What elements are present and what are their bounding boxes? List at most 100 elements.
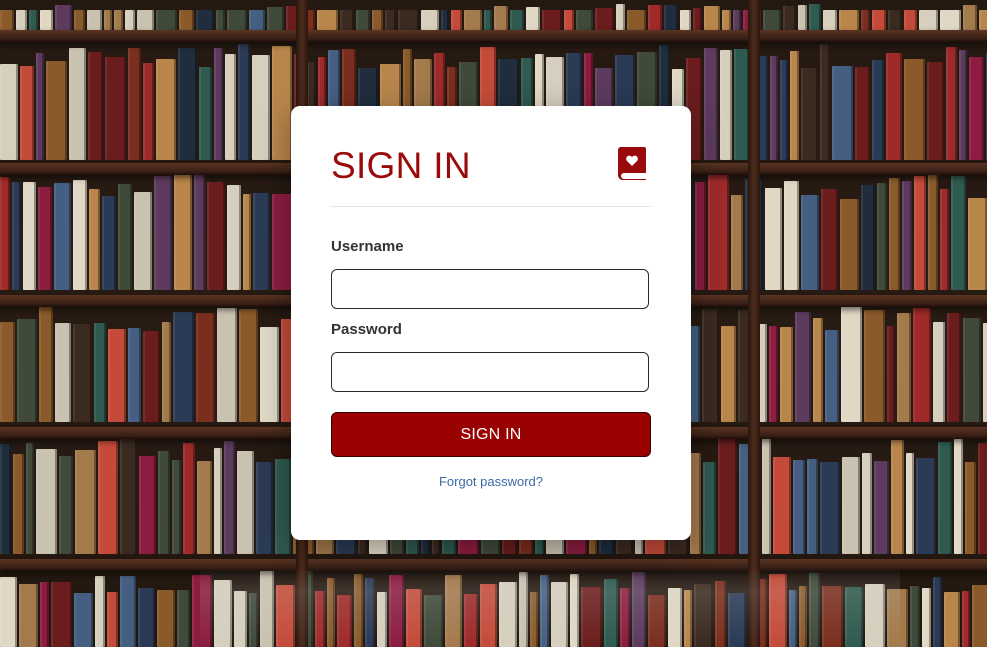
password-input[interactable] [331,352,649,392]
book-spine [889,178,900,290]
book-spine [773,457,791,554]
book-spine [217,308,237,422]
book-spine [183,443,195,554]
sign-in-button[interactable]: SIGN IN [331,412,651,457]
book-spine [933,322,945,422]
password-label: Password [331,321,402,338]
username-label: Username [331,238,404,255]
book-spine [74,10,85,30]
book-spine [897,313,911,422]
book-spine [55,5,72,30]
book-spine [947,313,961,422]
book-spine [906,453,914,554]
username-input[interactable] [331,269,649,309]
book-spine [46,61,67,160]
book-spine [260,327,279,422]
book-spine [790,51,799,160]
book-spine [840,199,859,290]
book-spine [648,5,662,30]
book-spine [275,459,291,554]
book-spine [128,328,141,422]
book-spine [54,183,71,290]
book-spine [693,8,702,30]
book-spine [237,451,254,554]
book-spine [40,582,49,647]
book-spine [102,196,116,290]
book-spine [451,10,462,30]
book-spine [664,5,678,30]
book-spine [872,10,886,30]
login-card: SIGN IN Username Password SIGN IN Forgot… [291,106,691,540]
book-spine [120,439,137,554]
book-spine [385,10,396,30]
book-spine [243,194,251,290]
book-spine [780,327,793,422]
book-spine [695,182,706,290]
forgot-password-link[interactable]: Forgot password? [291,474,691,489]
book-spine [98,441,118,554]
book-spine [861,185,875,290]
book-spine [722,10,731,30]
book-spine [823,10,837,30]
book-spine [770,56,778,160]
book-spine [172,460,181,554]
book-spine [39,307,53,422]
book-spine [825,330,839,422]
book-spine [267,7,284,30]
shelf-plank [0,30,987,42]
book-spine [317,10,338,30]
book-spine [780,60,788,160]
book-spine [107,592,118,647]
book-spine [862,453,872,554]
book-spine [708,174,729,290]
shelf-row [0,0,987,30]
book-spine [398,10,419,30]
book-spine [154,176,172,290]
book-spine [156,59,176,160]
book-spine [17,319,37,422]
book-spine [214,448,222,554]
book-spine [196,313,215,422]
book-spine [441,10,449,30]
book-spine [114,10,123,30]
book-spine [253,193,270,290]
book-spine [177,590,190,647]
book-spine [807,459,818,554]
book-spine [156,10,177,30]
book-spine [959,50,967,160]
book-spine [40,10,53,30]
book-spine [13,454,24,554]
book-spine [73,180,87,290]
book-spine [74,593,93,647]
book-spine [933,577,942,647]
book-spine [227,10,247,30]
book-spine [75,450,96,554]
book-spine [704,48,718,160]
book-spine [962,591,970,647]
book-spine [484,10,492,30]
book-spine [464,10,482,30]
book-spine [19,584,38,647]
book-spine [105,57,126,160]
book-spine [928,175,938,290]
book-spine [356,10,370,30]
book-spine [0,577,17,647]
book-spine [249,10,265,30]
book-spine [627,10,646,30]
book-spine [118,184,132,290]
book-spine [157,590,175,647]
book-spine [864,310,885,422]
book-spine [978,443,987,554]
book-spine [0,64,18,160]
book-spine [421,10,439,30]
book-spine [904,10,917,30]
book-spine [143,331,160,422]
book-spine [89,189,100,290]
book-spine [272,46,292,160]
book-spine [765,188,782,290]
book-spine [196,10,214,30]
book-spine [820,44,830,160]
book-heart-icon [617,147,646,180]
book-spine [887,326,895,422]
book-spine [888,10,902,30]
